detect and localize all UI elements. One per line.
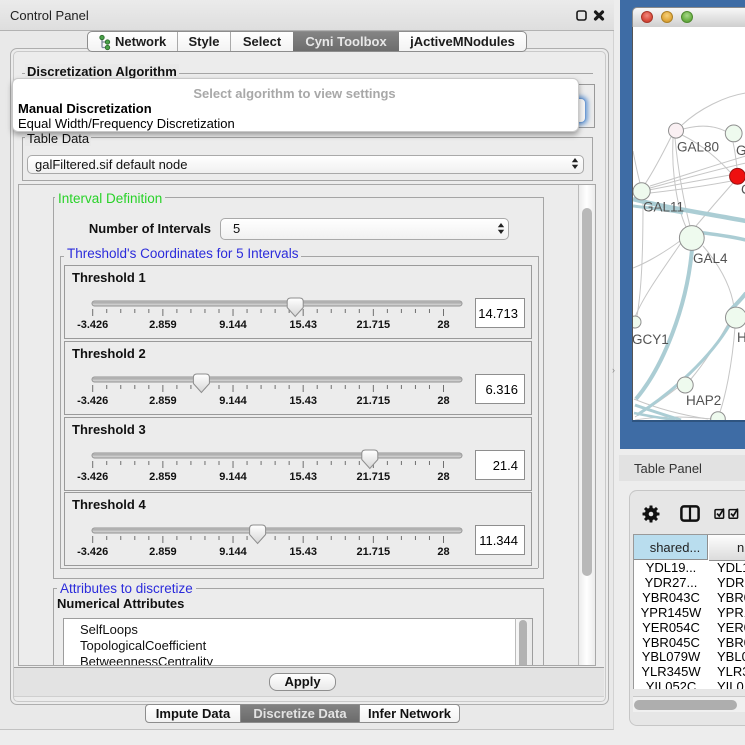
svg-text:C: C — [741, 182, 745, 197]
svg-text:GA: GA — [736, 143, 745, 158]
svg-text:GAL80: GAL80 — [677, 140, 719, 155]
svg-text:GAL11: GAL11 — [643, 200, 684, 215]
svg-text:GCY1: GCY1 — [633, 332, 669, 347]
svg-text:H: H — [737, 330, 745, 345]
svg-text:GAL4: GAL4 — [693, 251, 728, 266]
svg-text:HAP2: HAP2 — [686, 393, 721, 408]
